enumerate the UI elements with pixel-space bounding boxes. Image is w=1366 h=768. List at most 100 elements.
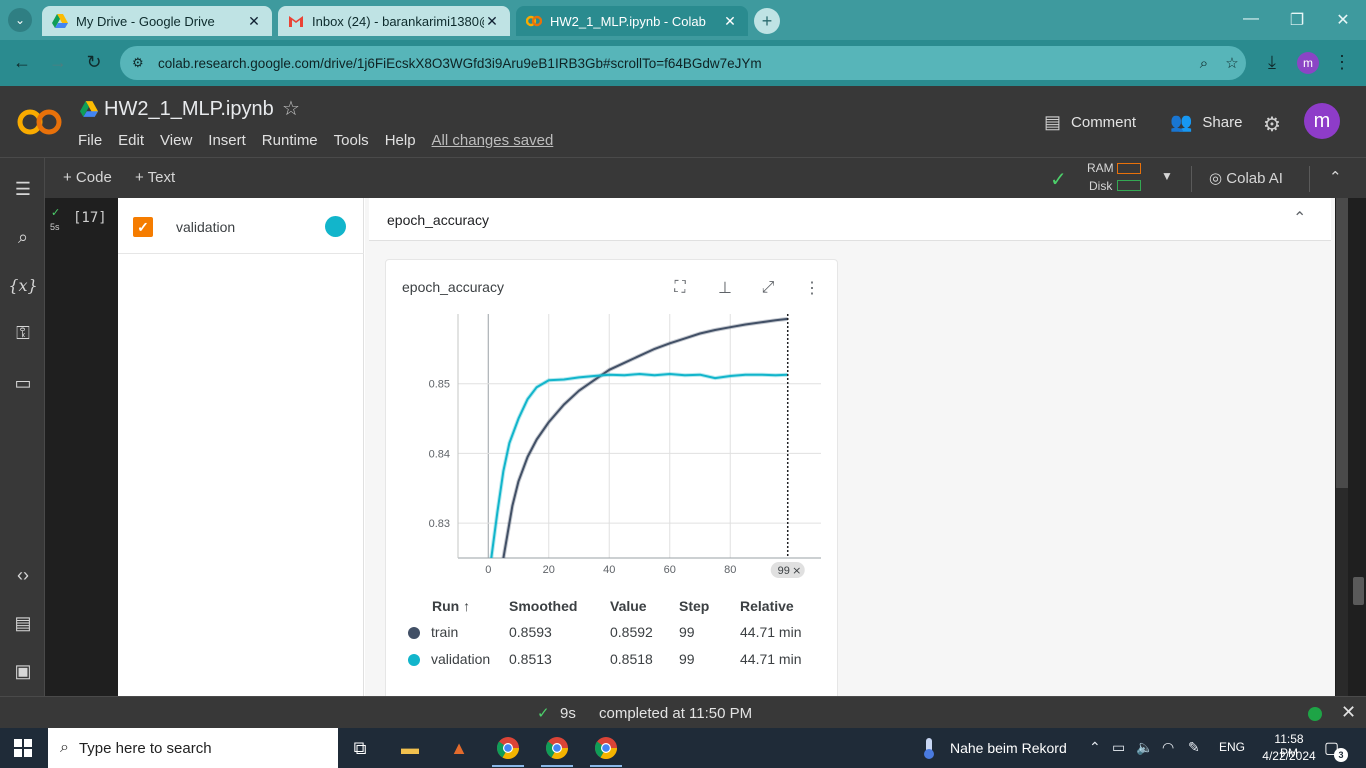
- close-tab-icon[interactable]: ✕: [484, 13, 500, 30]
- col-header-smoothed[interactable]: Smoothed: [509, 598, 577, 614]
- colab-ai-label: Colab AI: [1226, 170, 1283, 187]
- collapse-group-chevron-icon[interactable]: ⌃: [1293, 208, 1306, 228]
- run-color-swatch[interactable]: [325, 216, 346, 237]
- table-cell-run: validation: [431, 651, 491, 667]
- menu-help[interactable]: Help: [385, 132, 416, 149]
- more-vert-icon[interactable]: ⋮: [800, 276, 824, 300]
- volume-icon[interactable]: 🔈: [1136, 739, 1153, 756]
- close-marker-icon: ×: [792, 564, 801, 577]
- wifi-icon[interactable]: ◠: [1162, 739, 1174, 756]
- col-header-relative[interactable]: Relative: [740, 598, 794, 614]
- pin-icon[interactable]: ⊥: [713, 276, 737, 300]
- thermometer-icon[interactable]: [919, 736, 939, 760]
- tab-google-drive[interactable]: My Drive - Google Drive ✕: [42, 6, 272, 36]
- table-cell-step: 99: [679, 651, 695, 667]
- resources-dropdown-chevron-icon[interactable]: ▼: [1161, 169, 1173, 183]
- settings-button[interactable]: ⚙: [1263, 112, 1291, 137]
- zoom-icon[interactable]: ⌕: [1190, 55, 1218, 72]
- network-device-icon[interactable]: ▭: [1112, 739, 1125, 756]
- menu-file[interactable]: File: [78, 132, 102, 149]
- download-icon[interactable]: ⤓: [1260, 52, 1284, 73]
- run-name: validation: [176, 219, 236, 235]
- chrome-icon[interactable]: [494, 734, 522, 762]
- close-status-icon[interactable]: ✕: [1341, 702, 1356, 723]
- input-language[interactable]: ENG: [1219, 740, 1245, 754]
- reload-icon[interactable]: ↻: [82, 52, 106, 73]
- weather-text[interactable]: Nahe beim Rekord: [950, 740, 1067, 756]
- restore-icon[interactable]: ❐: [1285, 10, 1309, 30]
- code-snippets-icon[interactable]: ‹›: [10, 562, 36, 588]
- site-info-icon[interactable]: ⚙: [132, 55, 148, 71]
- epoch-accuracy-chart[interactable]: 0 20 40 60 80 0.83 0.84 0.85 99 ×: [386, 310, 839, 594]
- variables-icon[interactable]: {x}: [8, 272, 37, 298]
- y-tick-label: 0.83: [429, 518, 450, 530]
- add-code-button[interactable]: + Code: [63, 169, 112, 186]
- add-text-button[interactable]: + Text: [135, 169, 175, 186]
- tab-search-chevron-icon[interactable]: ⌄: [8, 8, 32, 32]
- close-window-icon[interactable]: ✕: [1331, 10, 1355, 30]
- bookmark-star-icon[interactable]: ☆: [1218, 54, 1246, 72]
- file-explorer-icon[interactable]: ▬: [396, 734, 424, 762]
- url-text[interactable]: colab.research.google.com/drive/1j6FiEcs…: [158, 56, 1190, 71]
- table-cell-smoothed: 0.8513: [509, 651, 552, 667]
- taskbar-search-box[interactable]: ⌕ Type here to search: [48, 728, 338, 768]
- fullscreen-icon[interactable]: ⤢: [756, 276, 780, 300]
- tab-gmail[interactable]: Inbox (24) - barankarimi1380@ ✕: [278, 6, 510, 36]
- active-app-indicator: [590, 765, 622, 767]
- menu-insert[interactable]: Insert: [208, 132, 246, 149]
- col-header-run[interactable]: Run ↑: [432, 598, 470, 614]
- browser-profile-avatar[interactable]: m: [1297, 52, 1319, 74]
- user-avatar[interactable]: m: [1304, 103, 1340, 139]
- status-message[interactable]: completed at 11:50 PM: [599, 705, 752, 722]
- chrome-profile-icon[interactable]: [543, 734, 571, 762]
- browser-menu-icon[interactable]: ⋮: [1330, 52, 1354, 73]
- tab-colab[interactable]: HW2_1_MLP.ipynb - Colab ✕: [516, 6, 748, 36]
- show-hidden-icons-chevron[interactable]: ⌃: [1089, 739, 1101, 756]
- matlab-icon[interactable]: ▲: [445, 734, 473, 762]
- col-header-value[interactable]: Value: [610, 598, 647, 614]
- pen-icon[interactable]: ✎: [1188, 739, 1200, 756]
- google-drive-icon[interactable]: [80, 100, 98, 118]
- back-arrow-icon[interactable]: ←: [10, 52, 34, 73]
- clock-date[interactable]: 4/22/2024: [1258, 749, 1320, 763]
- chrome-profile-icon[interactable]: [592, 734, 620, 762]
- table-of-contents-icon[interactable]: ☰: [10, 176, 36, 202]
- tab-title: My Drive - Google Drive: [76, 13, 215, 29]
- forward-arrow-icon[interactable]: →: [46, 52, 70, 73]
- terminal-icon[interactable]: ▣: [10, 658, 36, 684]
- task-view-icon[interactable]: ⧉: [346, 734, 374, 762]
- colab-logo[interactable]: [16, 106, 64, 138]
- share-button[interactable]: 👥 Share: [1170, 112, 1242, 133]
- address-bar[interactable]: ⚙ colab.research.google.com/drive/1j6FiE…: [120, 46, 1246, 80]
- fit-domain-icon[interactable]: ⛶: [668, 276, 692, 300]
- notebook-scrollbar-thumb[interactable]: [1353, 577, 1364, 605]
- new-tab-button[interactable]: +: [754, 8, 780, 34]
- step-marker[interactable]: 99 ×: [770, 314, 805, 578]
- notebook-title[interactable]: HW2_1_MLP.ipynb: [104, 98, 274, 121]
- run-row-validation[interactable]: ✓ validation: [118, 198, 364, 254]
- save-status-link[interactable]: All changes saved: [432, 132, 554, 149]
- colab-ai-button[interactable]: ◎ Colab AI: [1209, 169, 1283, 187]
- tensorboard-output: ✓ validation epoch_accuracy ⌃ epoch_accu…: [118, 198, 1335, 696]
- ram-meter: [1117, 163, 1141, 174]
- comment-button[interactable]: ▤ Comment: [1044, 112, 1136, 133]
- col-header-step[interactable]: Step: [679, 598, 709, 614]
- close-tab-icon[interactable]: ✕: [722, 13, 738, 30]
- secrets-key-icon[interactable]: ⚿: [10, 320, 36, 346]
- windows-start-icon[interactable]: [14, 739, 32, 757]
- tag-group-header[interactable]: epoch_accuracy ⌃: [369, 198, 1331, 241]
- menu-edit[interactable]: Edit: [118, 132, 144, 149]
- close-tab-icon[interactable]: ✕: [246, 13, 262, 30]
- files-folder-icon[interactable]: ▭: [10, 370, 36, 396]
- menu-view[interactable]: View: [160, 132, 192, 149]
- collapse-header-chevron-icon[interactable]: ⌃: [1329, 168, 1342, 186]
- menu-tools[interactable]: Tools: [334, 132, 369, 149]
- run-checkbox[interactable]: ✓: [133, 217, 153, 237]
- command-palette-icon[interactable]: ▤: [10, 610, 36, 636]
- cell-execution-count[interactable]: [17]: [73, 210, 107, 226]
- menu-runtime[interactable]: Runtime: [262, 132, 318, 149]
- star-icon[interactable]: ☆: [282, 96, 300, 121]
- search-icon[interactable]: ⌕: [10, 224, 36, 250]
- output-scrollbar-thumb[interactable]: [1336, 198, 1348, 488]
- minimize-icon[interactable]: —: [1239, 10, 1263, 28]
